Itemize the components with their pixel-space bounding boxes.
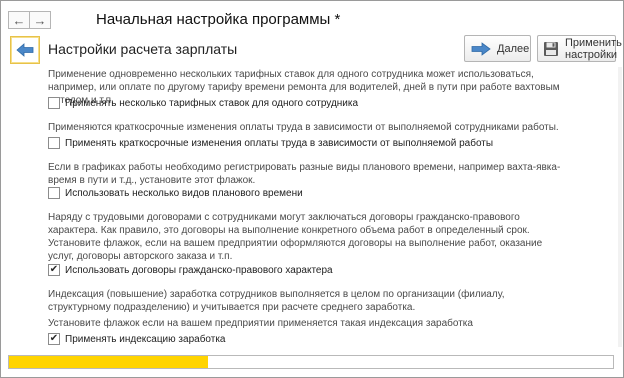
checkbox-civil-contracts[interactable]: ✔ Использовать договоры гражданско-право… (48, 264, 333, 276)
arrow-right-icon (471, 41, 491, 56)
checkbox-box[interactable] (48, 187, 60, 199)
checkbox-short-term-pay-changes[interactable]: Применять краткосрочные изменения оплаты… (48, 137, 493, 149)
vertical-scrollbar[interactable] (618, 67, 622, 347)
check-mark-icon: ✔ (49, 333, 59, 344)
apply-label-line2: настройки (565, 48, 618, 61)
checkbox-multiple-tariff-rates[interactable]: Применять несколько тарифных ставок для … (48, 97, 358, 109)
progress-bar-fill (9, 356, 209, 368)
checkbox-label: Использовать несколько видов планового в… (65, 187, 303, 199)
checkbox-label: Использовать договоры гражданско-правово… (65, 264, 333, 276)
section-description: Наряду с трудовыми договорами с сотрудни… (48, 212, 530, 236)
section-description-extra: Установите флажок если на вашем предприя… (48, 318, 473, 329)
checkbox-multiple-planned-time-types[interactable]: Использовать несколько видов планового в… (48, 187, 303, 199)
checkbox-label: Применять краткосрочные изменения оплаты… (65, 137, 494, 149)
checkbox-label: Применять индексацию заработка (65, 333, 226, 345)
floppy-disk-icon (544, 41, 558, 56)
apply-label-line1: Применить (565, 36, 622, 49)
arrow-left-icon[interactable]: ← (8, 11, 30, 29)
back-button[interactable] (10, 36, 40, 64)
window-frame: ← → Начальная настройка программы * Наст… (0, 0, 624, 378)
checkbox-box[interactable] (48, 97, 60, 109)
history-nav: ← → (8, 11, 51, 29)
checkbox-box[interactable] (48, 137, 60, 149)
section-description: Применяются краткосрочные изменения опла… (48, 122, 559, 133)
checkbox-salary-indexation[interactable]: ✔ Применять индексацию заработка (48, 333, 226, 345)
section-description: Если в графиках работы необходимо регист… (48, 162, 561, 186)
next-button[interactable]: Далее (464, 35, 531, 62)
page-title: Настройки расчета зарплаты (48, 41, 238, 57)
checkbox-box[interactable]: ✔ (48, 264, 60, 276)
next-button-label: Далее (497, 42, 530, 55)
checkbox-label: Применять несколько тарифных ставок для … (65, 97, 359, 109)
back-arrow-icon (16, 43, 34, 57)
section-description: Индексация (повышение) заработка сотрудн… (48, 289, 505, 313)
section-description-extra: Установите флажок, если на вашем предпри… (48, 238, 543, 262)
apply-settings-label: Применить настройки (565, 36, 622, 61)
window-title: Начальная настройка программы * (96, 11, 341, 28)
apply-settings-button[interactable]: Применить настройки (537, 35, 622, 62)
checkbox-box[interactable]: ✔ (48, 333, 60, 345)
progress-bar (8, 355, 614, 369)
arrow-right-icon[interactable]: → (30, 11, 51, 29)
check-mark-icon: ✔ (49, 264, 59, 275)
